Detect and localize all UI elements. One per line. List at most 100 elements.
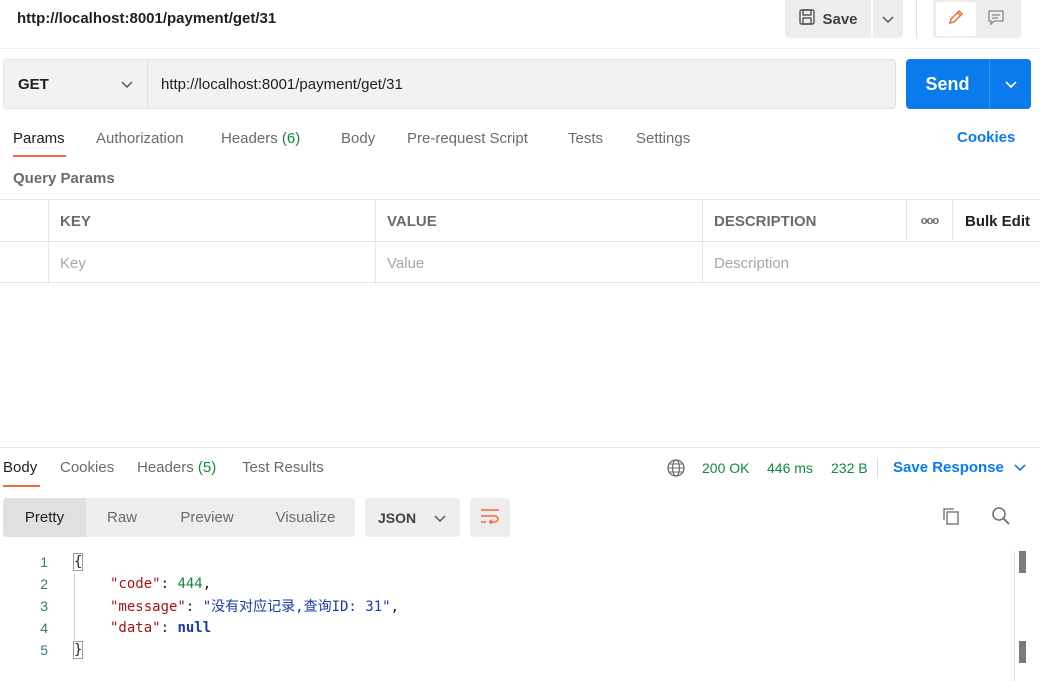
format-select[interactable]: JSON bbox=[365, 498, 460, 537]
tab-tests[interactable]: Tests bbox=[568, 129, 603, 149]
json-end: , bbox=[390, 599, 400, 615]
format-label: JSON bbox=[378, 509, 417, 526]
url-input[interactable] bbox=[148, 59, 896, 109]
code-text: "code": 444, bbox=[110, 576, 211, 592]
line-number: 4 bbox=[40, 620, 48, 636]
scrollbar-thumb[interactable] bbox=[1019, 551, 1026, 573]
chevron-down-icon bbox=[434, 510, 446, 526]
code-line: 3 "message": "没有对应记录,查询ID: 31", bbox=[0, 595, 1014, 617]
tab-label: Body bbox=[3, 459, 38, 476]
method-select[interactable]: GET bbox=[3, 59, 148, 109]
json-sep: : bbox=[160, 576, 178, 592]
table-row: Key Value Description bbox=[0, 242, 1040, 284]
json-sep: : bbox=[160, 620, 178, 636]
query-params-title: Query Params bbox=[13, 170, 115, 187]
save-icon bbox=[798, 8, 816, 30]
tab-count: (6) bbox=[281, 130, 301, 147]
comments-button[interactable] bbox=[976, 2, 1016, 36]
response-tab-test-results[interactable]: Test Results bbox=[242, 458, 324, 478]
description-input[interactable]: Description bbox=[702, 242, 1040, 284]
tab-label: Pre-request Script bbox=[407, 130, 528, 147]
response-tab-body[interactable]: Body bbox=[3, 458, 37, 478]
wrap-lines-button[interactable] bbox=[470, 498, 510, 537]
line-number: 3 bbox=[40, 598, 48, 614]
pencil-icon bbox=[947, 8, 965, 30]
save-response-label: Save Response bbox=[893, 459, 1004, 476]
view-pretty-button[interactable]: Pretty bbox=[3, 498, 86, 537]
tab-count: (5) bbox=[197, 459, 217, 476]
save-dropdown-button[interactable] bbox=[873, 0, 903, 38]
view-preview-button[interactable]: Preview bbox=[158, 498, 256, 537]
tab-label: Headers bbox=[221, 130, 278, 147]
chevron-down-icon bbox=[1004, 76, 1017, 93]
tab-label: Params bbox=[13, 130, 65, 147]
tab-settings[interactable]: Settings bbox=[636, 129, 690, 149]
cookies-link[interactable]: Cookies bbox=[957, 129, 1015, 146]
more-options-button[interactable]: ooo bbox=[906, 200, 952, 242]
wrap-lines-icon bbox=[480, 508, 500, 528]
search-icon bbox=[991, 506, 1011, 530]
divider bbox=[0, 48, 1040, 49]
indent-guide bbox=[74, 573, 75, 643]
divider bbox=[0, 447, 1040, 448]
save-label: Save bbox=[822, 10, 858, 28]
column-header-key: KEY bbox=[48, 200, 375, 242]
tab-headers[interactable]: Headers (6) bbox=[221, 129, 300, 149]
response-code-viewer[interactable]: 1 { 2 "code": 444, 3 "message": "没有对应记录,… bbox=[0, 551, 1014, 681]
globe-icon[interactable] bbox=[666, 458, 686, 478]
json-key: "data" bbox=[110, 620, 161, 636]
edit-mode-button[interactable] bbox=[936, 2, 976, 36]
tab-label: Authorization bbox=[96, 130, 184, 147]
save-group: Save bbox=[785, 0, 903, 38]
tab-authorization[interactable]: Authorization bbox=[96, 129, 184, 149]
code-text: { bbox=[72, 553, 84, 571]
response-tab-cookies[interactable]: Cookies bbox=[60, 458, 114, 478]
scrollbar-thumb[interactable] bbox=[1019, 641, 1026, 663]
search-button[interactable] bbox=[990, 507, 1012, 529]
line-number: 2 bbox=[40, 576, 48, 592]
copy-button[interactable] bbox=[940, 507, 962, 529]
view-visualize-button[interactable]: Visualize bbox=[256, 498, 355, 537]
key-input[interactable]: Key bbox=[48, 242, 375, 284]
divider bbox=[916, 0, 917, 38]
response-size[interactable]: 232 B bbox=[831, 458, 868, 478]
column-header-description: DESCRIPTION bbox=[702, 200, 906, 242]
scrollbar-track[interactable] bbox=[1014, 551, 1015, 681]
chevron-down-icon bbox=[121, 76, 133, 93]
column-header-value: VALUE bbox=[375, 200, 702, 242]
code-line: 2 "code": 444, bbox=[0, 573, 1014, 595]
divider bbox=[877, 458, 878, 478]
tab-params[interactable]: Params bbox=[13, 129, 65, 149]
tab-label: Headers bbox=[137, 459, 194, 476]
params-table: KEY VALUE DESCRIPTION ooo Bulk Edit Key … bbox=[0, 199, 1040, 284]
comment-icon bbox=[987, 8, 1005, 30]
code-text: } bbox=[72, 641, 84, 659]
send-button[interactable]: Send bbox=[906, 59, 989, 109]
bulk-edit-button[interactable]: Bulk Edit bbox=[952, 200, 1040, 242]
value-input[interactable]: Value bbox=[375, 242, 702, 284]
chevron-down-icon bbox=[882, 11, 894, 28]
code-text: "data": null bbox=[110, 620, 211, 636]
method-label: GET bbox=[18, 75, 49, 93]
tab-label: Test Results bbox=[242, 459, 324, 476]
code-line: 4 "data": null bbox=[0, 617, 1014, 639]
tab-label: Tests bbox=[568, 130, 604, 147]
response-tab-headers[interactable]: Headers (5) bbox=[137, 458, 216, 478]
response-time[interactable]: 446 ms bbox=[767, 458, 813, 478]
view-raw-button[interactable]: Raw bbox=[86, 498, 158, 537]
json-end: , bbox=[202, 576, 212, 592]
status-code[interactable]: 200 OK bbox=[702, 458, 749, 478]
send-dropdown-button[interactable] bbox=[990, 59, 1031, 109]
tab-pre-request-script[interactable]: Pre-request Script bbox=[407, 129, 528, 149]
active-tab-indicator bbox=[13, 155, 66, 157]
tab-label: Body bbox=[341, 130, 376, 147]
save-button[interactable]: Save bbox=[785, 0, 871, 38]
tab-body[interactable]: Body bbox=[341, 129, 375, 149]
request-title: http://localhost:8001/payment/get/31 bbox=[17, 10, 277, 27]
chevron-down-icon bbox=[1014, 458, 1026, 478]
tab-label: Cookies bbox=[60, 459, 115, 476]
code-line: 1 { bbox=[0, 551, 1014, 573]
active-tab-indicator bbox=[3, 485, 40, 487]
copy-icon bbox=[941, 506, 961, 530]
save-response-button[interactable]: Save Response bbox=[893, 458, 1026, 478]
